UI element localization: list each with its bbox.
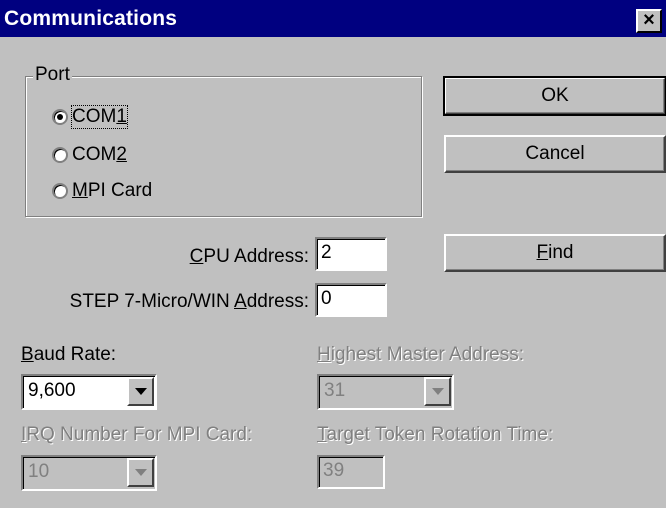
radio-mpi-card-label: MPI Card <box>72 180 153 201</box>
baud-rate-dropdown-button[interactable] <box>127 377 154 406</box>
highest-master-label: Highest Master Address: <box>317 344 524 365</box>
baud-rate-select[interactable]: 9,600 <box>21 374 157 410</box>
highest-master-select[interactable]: 31 <box>317 374 454 410</box>
radio-mpi-card-indicator[interactable] <box>52 183 68 199</box>
target-token-input[interactable]: 39 <box>317 455 385 489</box>
irq-number-value: 10 <box>28 461 50 482</box>
radio-com1-label: COM1 <box>71 105 128 129</box>
radio-com2[interactable]: COM2 <box>52 144 127 166</box>
irq-number-select[interactable]: 10 <box>21 455 157 491</box>
highest-master-value: 31 <box>324 380 346 401</box>
radio-com2-indicator[interactable] <box>52 147 68 163</box>
find-button-label: Find <box>536 242 574 263</box>
close-icon: × <box>643 9 655 31</box>
chevron-down-icon <box>135 388 147 395</box>
ok-button[interactable]: OK <box>443 76 666 116</box>
cancel-button[interactable]: Cancel <box>444 135 666 173</box>
ok-button-label: OK <box>541 85 569 106</box>
close-button[interactable]: × <box>636 9 662 33</box>
find-button[interactable]: Find <box>444 234 666 272</box>
port-group-label: Port <box>33 64 72 86</box>
step7-address-label: STEP 7-Micro/WIN Address: <box>69 291 309 312</box>
radio-com2-label: COM2 <box>72 144 127 165</box>
title-bar: Communications × <box>0 0 666 37</box>
baud-rate-label: Baud Rate: <box>21 344 117 365</box>
highest-master-dropdown-button[interactable] <box>424 377 451 406</box>
target-token-label: Target Token Rotation Time: <box>317 424 554 445</box>
cpu-address-input[interactable]: 2 <box>315 237 387 271</box>
radio-com1-indicator[interactable] <box>52 109 68 125</box>
radio-mpi-card[interactable]: MPI Card <box>52 180 152 202</box>
step7-address-input[interactable]: 0 <box>315 283 387 317</box>
cpu-address-label: CPU Address: <box>189 246 309 267</box>
chevron-down-icon <box>432 388 444 395</box>
irq-number-dropdown-button[interactable] <box>127 458 154 487</box>
cancel-button-label: Cancel <box>525 143 585 164</box>
chevron-down-icon <box>135 469 147 476</box>
window-title: Communications <box>4 7 178 30</box>
radio-com1[interactable]: COM1 <box>52 105 128 129</box>
baud-rate-value: 9,600 <box>28 380 76 401</box>
irq-number-label: IRQ Number For MPI Card: <box>21 424 253 445</box>
